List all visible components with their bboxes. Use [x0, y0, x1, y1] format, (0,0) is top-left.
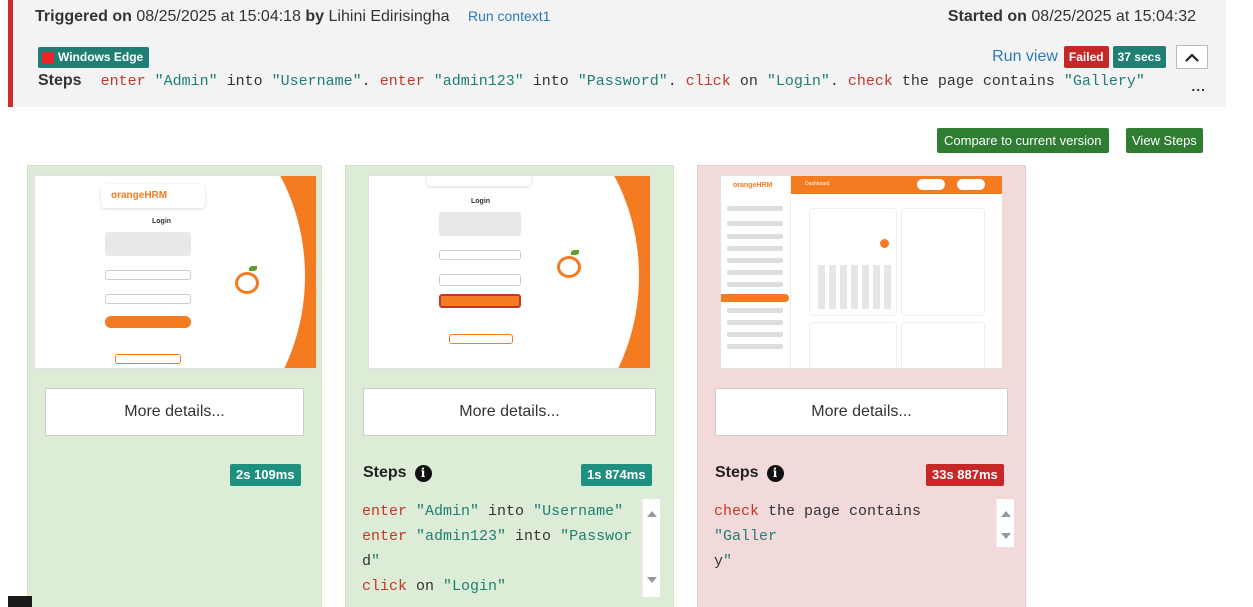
step-connector: on: [730, 73, 758, 90]
step-connector: into: [217, 73, 263, 90]
steps-title-2: Steps i: [363, 464, 432, 482]
collapse-button[interactable]: [1176, 45, 1208, 69]
step-screenshot-1[interactable]: orangeHRM Login: [34, 175, 317, 369]
run-view-link[interactable]: Run view: [992, 48, 1058, 66]
step-keyword: check: [847, 73, 893, 90]
step-text: "Username": [533, 503, 624, 520]
step-text: "Login": [443, 578, 507, 595]
steps-scrollbar-2[interactable]: [642, 499, 660, 597]
step-text: into: [479, 503, 534, 520]
started-date: 08/25/2025 at 15:04:32: [1031, 8, 1196, 25]
scroll-down-icon[interactable]: [647, 577, 657, 583]
step-line: y": [714, 549, 986, 574]
chevron-up-icon: [1185, 52, 1199, 62]
steps-list-3: check the page contains "Galler y": [714, 499, 986, 574]
triggered-label: Triggered on: [35, 8, 132, 25]
triggered-info: Triggered on 08/25/2025 at 15:04:18 by L…: [35, 8, 550, 26]
step-text: d: [362, 553, 372, 570]
bottom-corner-widget[interactable]: [8, 596, 32, 607]
scroll-down-icon[interactable]: [1001, 533, 1011, 539]
started-info: Started on 08/25/2025 at 15:04:32: [948, 8, 1196, 26]
step-text: [407, 503, 416, 520]
steps-list-2: enter "Admin" into "Username" enter "admi…: [362, 499, 634, 599]
summary-steps: Steps enter "Admin" into "Username". ent…: [38, 72, 1145, 90]
step-keyword: click: [362, 578, 408, 595]
started-label: Started on: [947, 8, 1027, 25]
run-context-link[interactable]: Run context1: [468, 8, 551, 24]
step-separator: .: [667, 73, 686, 90]
step-line: click on "Login": [362, 574, 634, 599]
step-value: "Admin": [145, 73, 218, 90]
step-target: "Username": [262, 73, 362, 90]
environment-badge: Windows Edge: [38, 47, 150, 68]
step-text: "Galler: [714, 528, 778, 545]
info-icon[interactable]: i: [414, 464, 432, 482]
step-text: "Passwor: [560, 528, 633, 545]
step-keyword: check: [714, 503, 760, 520]
step-text: ": [723, 553, 733, 570]
scroll-up-icon[interactable]: [1001, 511, 1011, 517]
more-details-button-2[interactable]: More details...: [363, 388, 656, 436]
step-text: into: [506, 528, 561, 545]
info-icon[interactable]: i: [766, 464, 784, 482]
compare-version-button[interactable]: Compare to current version: [937, 128, 1109, 153]
step-line: d": [362, 549, 634, 574]
step-keyword: enter: [100, 73, 146, 90]
step-connector: into: [523, 73, 569, 90]
step-card-3: Dashboard orangeHRM More details... Step…: [697, 165, 1026, 607]
status-badge: Failed: [1063, 46, 1109, 68]
test-run-page: Triggered on 08/25/2025 at 15:04:18 by L…: [0, 0, 1253, 607]
step-text: on: [407, 578, 444, 595]
brand-logo: orangeHRM: [101, 184, 205, 208]
step-line: enter "Admin" into "Username": [362, 499, 634, 524]
step-target: "Password": [568, 73, 668, 90]
step-separator: .: [361, 73, 380, 90]
step-keyword: enter: [362, 528, 408, 545]
step-line: check the page contains "Galler: [714, 499, 986, 549]
step-text: "admin123": [416, 528, 507, 545]
step-time-badge-3: 33s 887ms: [926, 464, 1004, 486]
steps-title-3: Steps i: [715, 464, 784, 482]
run-summary-card: Triggered on 08/25/2025 at 15:04:18 by L…: [8, 0, 1226, 107]
scroll-up-icon[interactable]: [647, 511, 657, 517]
step-screenshot-2[interactable]: Login: [368, 175, 651, 369]
step-card-2: Login More details... Steps i 1s 874ms e…: [345, 165, 674, 607]
step-text: y: [714, 553, 724, 570]
summary-steps-label: Steps: [38, 72, 82, 89]
summary-steps-text: enter "Admin" into "Username". enter "ad…: [101, 73, 1145, 90]
step-line: enter "admin123" into "Passwor: [362, 524, 634, 549]
more-steps-ellipsis[interactable]: ...: [1191, 78, 1206, 94]
more-details-button-3[interactable]: More details...: [715, 388, 1008, 436]
step-keyword: enter: [379, 73, 425, 90]
by-label: by: [305, 8, 325, 25]
view-steps-button[interactable]: View Steps: [1126, 128, 1203, 153]
steps-scrollbar-3[interactable]: [996, 499, 1014, 547]
step-keyword: click: [685, 73, 731, 90]
step-text: "Admin": [416, 503, 480, 520]
step-screenshot-3[interactable]: Dashboard orangeHRM: [720, 175, 1003, 369]
more-details-button-1[interactable]: More details...: [45, 388, 304, 436]
run-status-group: Run view Failed 37 secs: [992, 46, 1166, 68]
step-value: "admin123": [424, 73, 524, 90]
browser-icon: [42, 51, 54, 64]
step-text: [407, 528, 416, 545]
step-separator: .: [829, 73, 848, 90]
duration-badge: 37 secs: [1112, 46, 1166, 68]
step-card-1: orangeHRM Login More details... 2s 109ms: [27, 165, 322, 607]
step-text: ": [371, 553, 381, 570]
step-time-badge-2: 1s 874ms: [581, 464, 652, 486]
triggered-date: 08/25/2025 at 15:04:18: [136, 8, 301, 25]
triggered-user: Lihini Edirisingha: [328, 8, 450, 25]
step-target: "Gallery": [1054, 73, 1145, 90]
step-target: "Login": [757, 73, 830, 90]
step-text: the page contains: [759, 503, 922, 520]
step-keyword: enter: [362, 503, 408, 520]
step-time-badge-1: 2s 109ms: [230, 464, 301, 486]
step-connector: the page contains: [892, 73, 1055, 90]
